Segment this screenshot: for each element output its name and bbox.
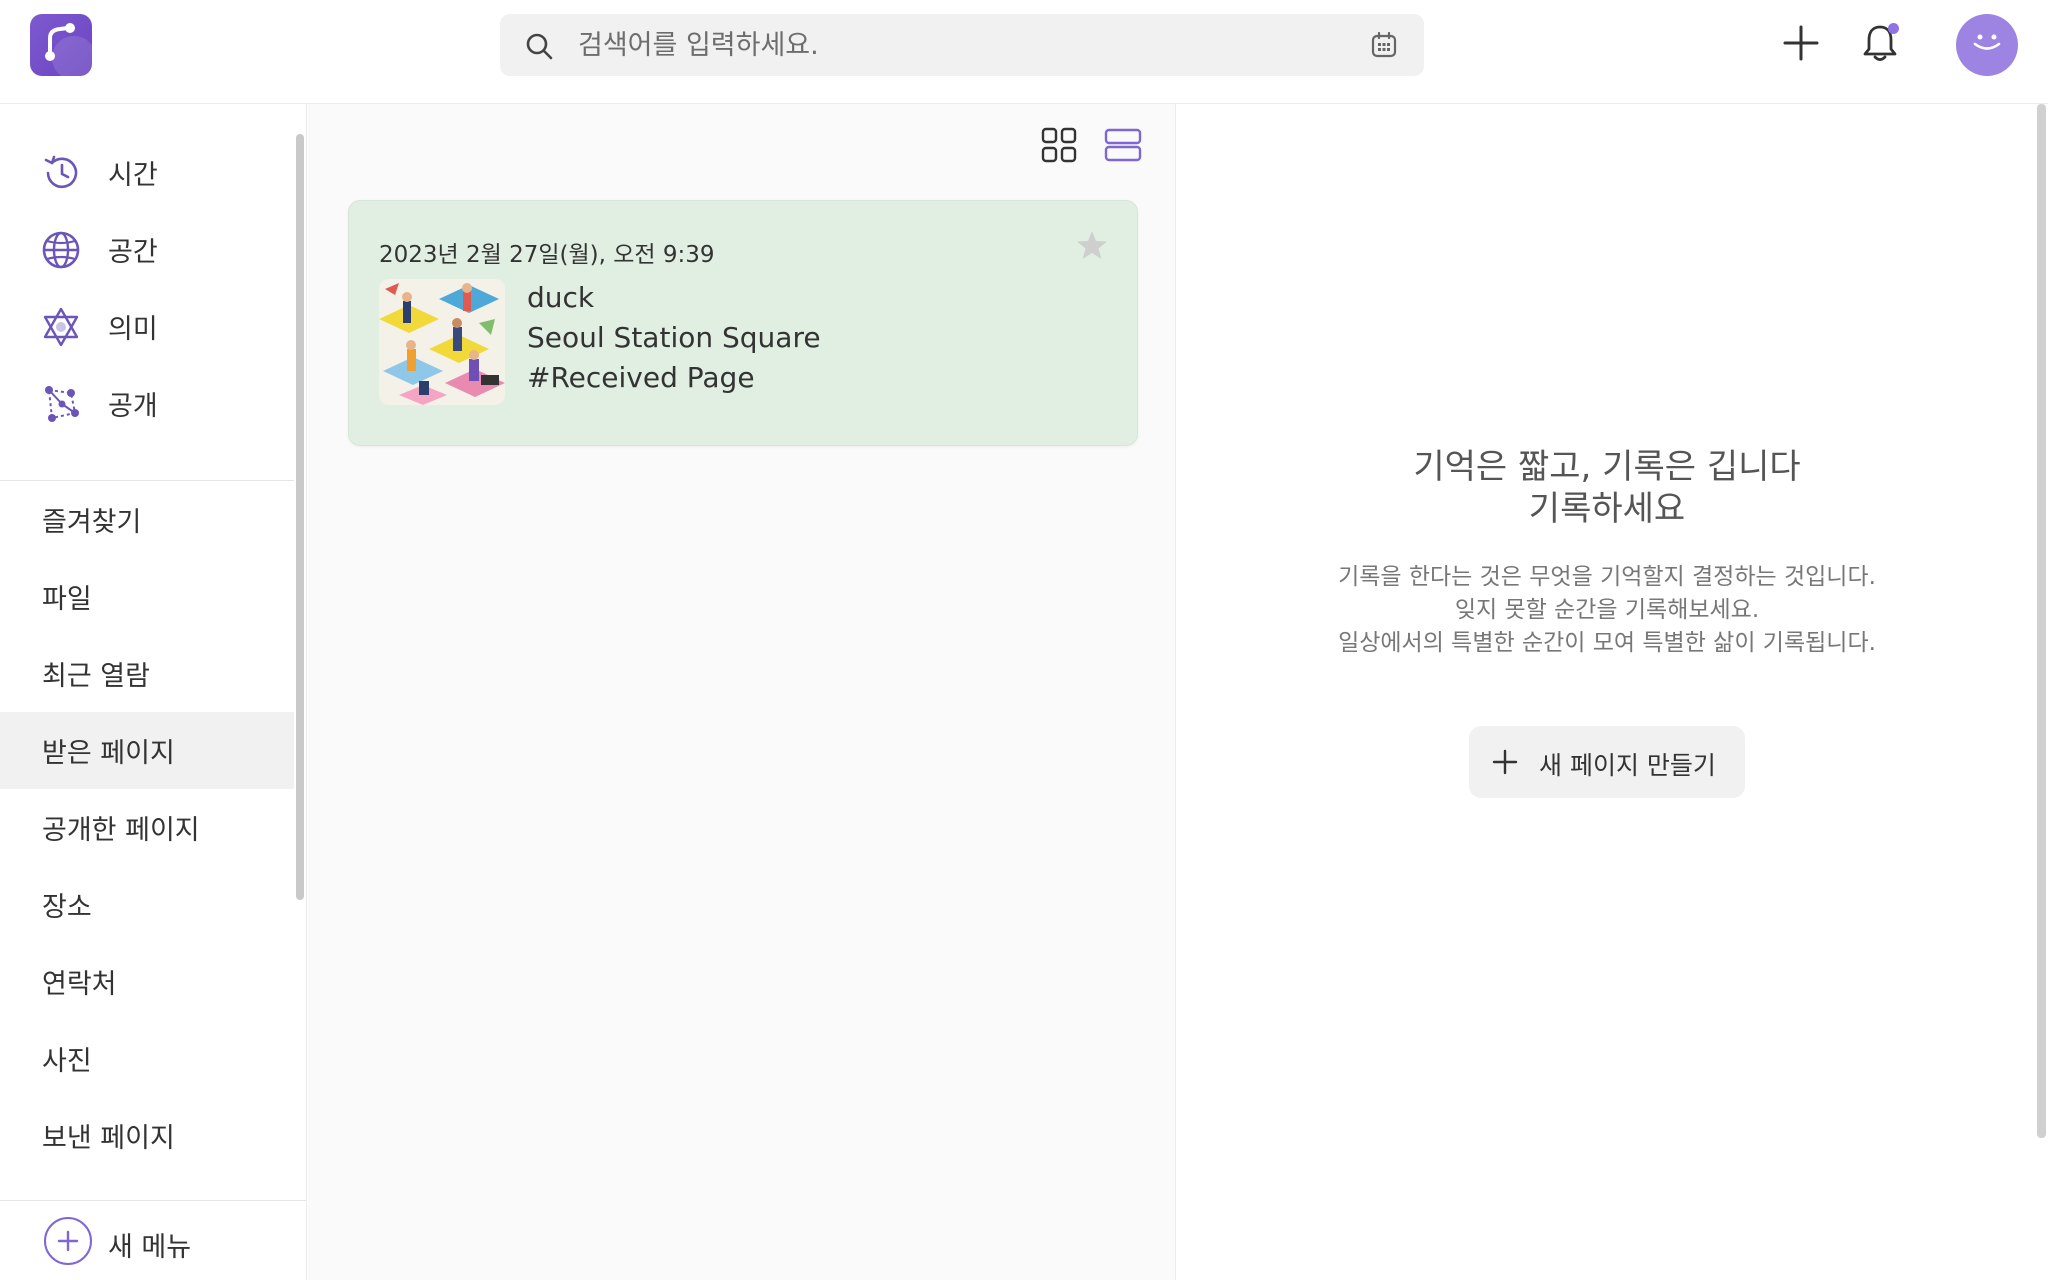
card-title: duck [527,281,595,314]
sidebar-item-label: 파일 [42,584,92,615]
plus-circle-icon [44,1217,92,1265]
avatar[interactable] [1956,14,2018,76]
empty-description: 기록을 한다는 것은 무엇을 기억할지 결정하는 것입니다. [1338,564,1876,590]
sidebar-item-label: 장소 [42,892,92,923]
card-location: Seoul Station Square [527,321,821,354]
new-page-label: 새 페이지 만들기 [1539,751,1716,780]
grid-view-icon [1041,127,1077,167]
page-list-panel: 2023년 2월 27일(월), 오전 9:39 duck Seoul Stat… [308,104,1176,1280]
sidebar-item-photos[interactable]: 사진 [0,1020,294,1097]
sidebar-item-label: 보낸 페이지 [42,1123,175,1154]
sidebar-scrollbar[interactable] [296,134,304,900]
sidebar-item-files[interactable]: 파일 [0,558,294,635]
sidebar-item-label: 공간 [108,237,158,268]
star-icon[interactable] [1075,229,1109,265]
top-bar [0,0,2048,104]
sidebar-item-recent[interactable]: 최근 열람 [0,635,294,712]
detail-scrollbar[interactable] [2037,104,2046,1138]
sidebar-item-label: 시간 [108,160,158,191]
share-network-icon [40,383,82,425]
notifications-button[interactable] [1855,20,1905,70]
new-menu-label: 새 메뉴 [108,1232,192,1263]
history-icon [40,152,82,194]
calendar-icon[interactable] [1370,31,1398,63]
list-view-icon [1104,127,1142,167]
search-bar [500,14,1424,76]
search-icon[interactable] [524,31,554,65]
empty-headline: 기억은 짧고, 기록은 깁니다 [1413,447,1801,487]
globe-icon [40,229,82,271]
sidebar-item-label: 공개 [108,391,158,422]
new-menu-button[interactable]: 새 메뉴 [0,1200,306,1280]
sidebar-item-label: 연락처 [42,969,117,1000]
plus-icon [1782,24,1820,66]
sidebar-item-label: 공개한 페이지 [42,815,200,846]
list-view-button[interactable] [1098,122,1148,172]
sidebar-item-space[interactable]: 공간 [0,211,294,288]
page-card[interactable]: 2023년 2월 27일(월), 오전 9:39 duck Seoul Stat… [348,200,1138,446]
app-logo-icon[interactable] [30,14,92,76]
hexagram-icon [40,306,82,348]
card-tag: #Received Page [527,361,755,394]
empty-headline-2: 기록하세요 [1528,489,1686,529]
search-input[interactable] [578,14,1338,76]
sidebar-item-label: 받은 페이지 [42,738,175,769]
notification-badge [1888,23,1899,34]
sidebar-item-public[interactable]: 공개 [0,365,294,442]
sidebar-item-meaning[interactable]: 의미 [0,288,294,365]
sidebar-item-contacts[interactable]: 연락처 [0,943,294,1020]
sidebar-item-label: 사진 [42,1046,92,1077]
empty-description-3: 일상에서의 특별한 순간이 모여 특별한 삶이 기록됩니다. [1338,630,1876,656]
sidebar-item-places[interactable]: 장소 [0,866,294,943]
sidebar: 시간 공간 의미 공개 즐겨찾기 파일 최근 열람 받은 페이지 공개한 페이지… [0,104,307,1280]
sidebar-item-label: 즐겨찾기 [42,507,142,538]
card-date: 2023년 2월 27일(월), 오전 9:39 [379,242,715,268]
sidebar-item-time[interactable]: 시간 [0,134,294,211]
detail-panel: 기억은 짧고, 기록은 깁니다 기록하세요 기록을 한다는 것은 무엇을 기억할… [1177,104,2048,1280]
empty-description-2: 잊지 못할 순간을 기록해보세요. [1454,597,1760,623]
sidebar-item-public-pages[interactable]: 공개한 페이지 [0,789,294,866]
plus-icon [1491,748,1519,780]
card-thumbnail [379,279,505,405]
grid-view-button[interactable] [1034,122,1084,172]
sidebar-item-sent-pages[interactable]: 보낸 페이지 [0,1097,294,1174]
sidebar-item-favorites[interactable]: 즐겨찾기 [0,481,294,558]
sidebar-item-label: 최근 열람 [42,661,150,692]
avatar-smile-icon [1970,33,2004,57]
add-button[interactable] [1776,20,1826,70]
new-page-button[interactable]: 새 페이지 만들기 [1469,726,1745,798]
sidebar-item-received-pages[interactable]: 받은 페이지 [0,712,294,789]
sidebar-item-label: 의미 [108,314,158,345]
